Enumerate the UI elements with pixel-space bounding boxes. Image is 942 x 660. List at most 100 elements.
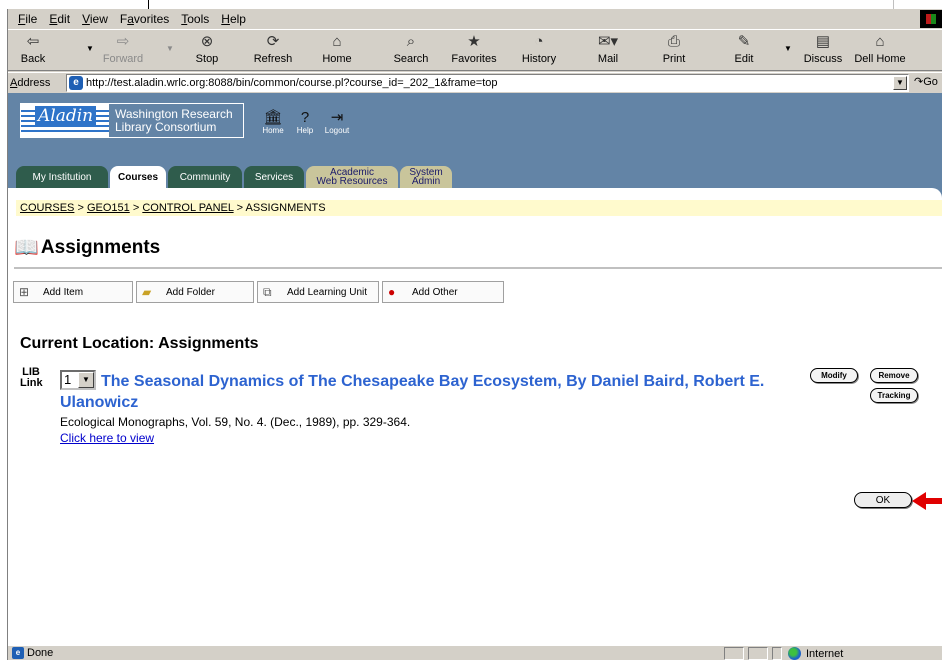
favorites-label: Favorites xyxy=(451,53,497,65)
print-button[interactable]: ⎙ Print xyxy=(654,32,694,70)
header-help-button[interactable]: ? Help xyxy=(292,109,318,135)
learning-unit-icon: ⧉ xyxy=(263,284,272,299)
add-folder-button[interactable]: ▰ Add Folder xyxy=(136,281,254,303)
item-order-value: 1 xyxy=(64,372,72,387)
menu-file[interactable]: File xyxy=(12,12,43,26)
back-label: Back xyxy=(20,53,46,65)
header-home-button[interactable]: 🏛 Home xyxy=(260,109,286,135)
dell-home-button[interactable]: ⌂ Dell Home xyxy=(852,32,908,70)
address-label-rest: ddress xyxy=(17,76,51,89)
breadcrumb: COURSES > GEO151 > CONTROL PANEL > ASSIG… xyxy=(16,200,942,216)
aladin-logo-mark: Aladin xyxy=(21,104,109,137)
forward-arrow-icon: ⇨ xyxy=(116,33,130,50)
discuss-button[interactable]: ▤ Discuss xyxy=(798,32,848,70)
item-order-select[interactable]: 1 ▼ xyxy=(60,370,96,390)
ok-button[interactable]: OK xyxy=(854,492,912,508)
add-item-button[interactable]: ⊞ Add Item xyxy=(13,281,133,303)
discuss-icon: ▤ xyxy=(815,33,831,50)
forward-button[interactable]: ⇨ Forward xyxy=(96,32,150,70)
tab-my-institution[interactable]: My Institution xyxy=(16,166,108,188)
address-url[interactable]: http://test.aladin.wrlc.org:8088/bin/com… xyxy=(86,77,498,89)
favorites-button[interactable]: ★ Favorites xyxy=(444,32,504,70)
nav-tabs: My Institution Courses Community Service… xyxy=(16,166,454,188)
header-logout-label: Logout xyxy=(324,126,350,135)
modify-button[interactable]: Modify xyxy=(810,368,858,383)
remove-button[interactable]: Remove xyxy=(870,368,918,383)
breadcrumb-course[interactable]: GEO151 xyxy=(87,202,130,214)
history-icon: ◔ xyxy=(534,33,544,50)
stop-label: Stop xyxy=(195,53,219,65)
tab-system-admin[interactable]: System Admin xyxy=(400,166,452,188)
tab-services[interactable]: Services xyxy=(244,166,304,188)
item-view-link[interactable]: Click here to view xyxy=(60,431,154,445)
breadcrumb-current: ASSIGNMENTS xyxy=(245,202,326,214)
breadcrumb-sep: > xyxy=(129,202,143,214)
menu-tools[interactable]: Tools xyxy=(175,12,215,26)
divider xyxy=(148,0,149,9)
menu-help[interactable]: Help xyxy=(215,12,252,26)
address-bar: Address e http://test.aladin.wrlc.org:80… xyxy=(8,72,942,92)
site-header: Aladin Washington Research Library Conso… xyxy=(8,93,942,198)
menu-view[interactable]: View xyxy=(76,12,114,26)
menu-bar: File Edit View Favorites Tools Help xyxy=(8,9,942,29)
edit-dropdown-icon[interactable]: ▼ xyxy=(784,44,792,53)
search-icon: ⌕ xyxy=(406,33,416,50)
search-label: Search xyxy=(393,53,429,65)
logout-door-icon: ⇥ xyxy=(330,109,344,126)
browser-window: File Edit View Favorites Tools Help ⇦ Ba… xyxy=(8,9,942,660)
tracking-button[interactable]: Tracking xyxy=(870,388,918,403)
help-icon: ? xyxy=(300,109,310,126)
favorites-star-icon: ★ xyxy=(467,33,481,50)
mail-button[interactable]: ✉▾ Mail xyxy=(588,32,628,70)
add-learning-unit-button[interactable]: ⧉ Add Learning Unit xyxy=(257,281,379,303)
item-title-link[interactable]: The Seasonal Dynamics of The Chesapeake … xyxy=(60,371,800,413)
print-label: Print xyxy=(662,53,686,65)
folder-icon: ▰ xyxy=(142,285,152,299)
history-button[interactable]: ◔ History xyxy=(514,32,564,70)
go-arrow-icon: ↷ xyxy=(914,76,924,88)
top-strip xyxy=(0,0,942,9)
go-button[interactable]: ↷Go xyxy=(914,75,938,88)
title-divider xyxy=(14,267,942,269)
menu-favorites[interactable]: Favorites xyxy=(114,12,175,26)
breadcrumb-control-panel[interactable]: CONTROL PANEL xyxy=(142,202,233,214)
add-learning-unit-label: Add Learning Unit xyxy=(287,286,368,298)
back-dropdown-icon[interactable]: ▼ xyxy=(86,44,94,53)
windows-logo-icon xyxy=(920,10,942,28)
forward-dropdown-icon[interactable]: ▼ xyxy=(166,44,174,53)
status-label: Done xyxy=(27,647,54,659)
add-other-label: Add Other xyxy=(412,286,458,298)
breadcrumb-courses[interactable]: COURSES xyxy=(20,202,74,214)
address-input[interactable]: e http://test.aladin.wrlc.org:8088/bin/c… xyxy=(66,74,909,92)
add-other-icon: ● xyxy=(388,285,396,299)
home-button[interactable]: ⌂ Home xyxy=(314,32,360,70)
toolbar: ⇦ Back ▼ ⇨ Forward ▼ ⊗ Stop ⟳ Refresh ⌂ … xyxy=(8,29,942,71)
add-folder-label: Add Folder xyxy=(166,286,215,298)
consortium-logo[interactable]: Aladin Washington Research Library Conso… xyxy=(20,103,244,138)
edit-button[interactable]: ✎ Edit xyxy=(724,32,764,70)
printer-icon: ⎙ xyxy=(667,33,680,50)
tab-academic-web-resources[interactable]: Academic Web Resources xyxy=(306,166,398,188)
tab-courses[interactable]: Courses xyxy=(110,166,166,188)
add-other-button[interactable]: ● Add Other xyxy=(382,281,504,303)
search-button[interactable]: ⌕ Search xyxy=(386,32,436,70)
status-panel xyxy=(748,647,768,660)
item-citation: Ecological Monographs, Vol. 59, No. 4. (… xyxy=(60,415,411,429)
dell-home-label: Dell Home xyxy=(854,53,906,65)
liblink-icon: LIB Link xyxy=(20,367,43,397)
dell-home-icon: ⌂ xyxy=(875,33,885,50)
refresh-icon: ⟳ xyxy=(266,33,280,50)
back-button[interactable]: ⇦ Back xyxy=(10,32,56,70)
book-icon: 📖 xyxy=(14,237,39,259)
header-logout-button[interactable]: ⇥ Logout xyxy=(324,109,350,135)
refresh-button[interactable]: ⟳ Refresh xyxy=(246,32,300,70)
stop-button[interactable]: ⊗ Stop xyxy=(184,32,230,70)
tab-academic-line-2: Web Resources xyxy=(316,176,388,187)
breadcrumb-sep: > xyxy=(74,202,87,214)
menu-edit[interactable]: Edit xyxy=(43,12,76,26)
forward-label: Forward xyxy=(102,53,144,65)
tab-community[interactable]: Community xyxy=(168,166,242,188)
address-dropdown-icon[interactable]: ▼ xyxy=(893,76,907,90)
chevron-down-icon[interactable]: ▼ xyxy=(78,372,94,388)
page-status-icon: e xyxy=(12,647,24,659)
